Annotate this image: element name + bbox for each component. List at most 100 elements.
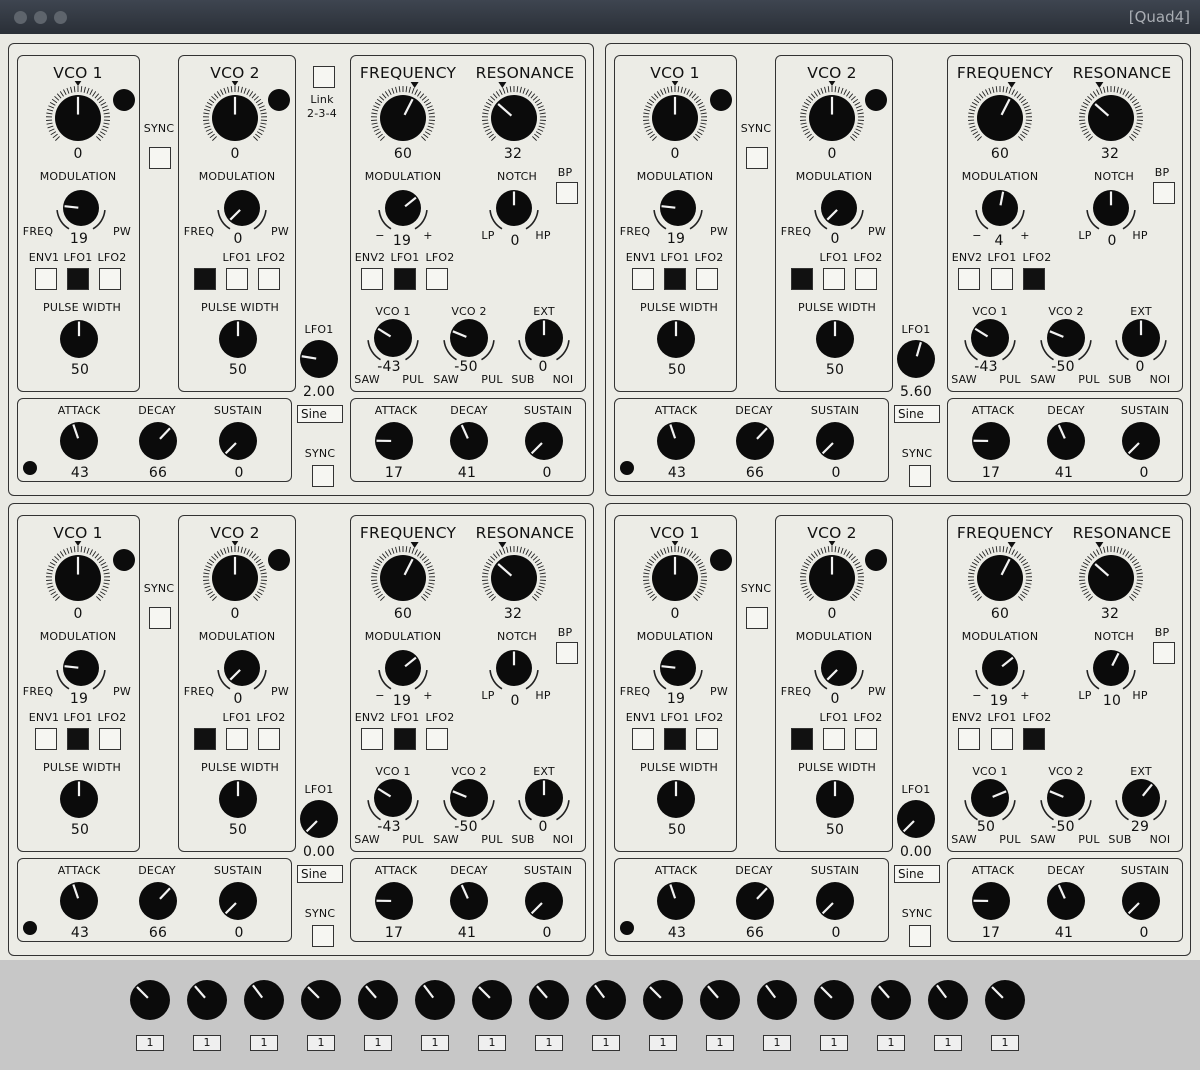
vco1-tune-knob[interactable] [638, 541, 712, 615]
vco1-src-lfo2-toggle[interactable] [99, 728, 121, 750]
macro-value-2[interactable]: 1 [193, 1035, 221, 1051]
lfo-rate-knob[interactable] [895, 338, 937, 380]
macro-value-10[interactable]: 1 [649, 1035, 677, 1051]
filter-src-lfo1-toggle[interactable] [991, 728, 1013, 750]
filter-src-lfo2-toggle[interactable] [426, 268, 448, 290]
vco1-pulse-width-knob[interactable] [58, 318, 100, 360]
vco2-fine-knob[interactable] [865, 549, 887, 571]
env2-attack-knob[interactable] [373, 880, 415, 922]
env2-decay-knob[interactable] [448, 420, 490, 462]
vco1-src-lfo1-toggle[interactable] [67, 728, 89, 750]
osc-sync-toggle[interactable] [149, 147, 171, 169]
env1-attack-knob[interactable] [655, 880, 697, 922]
env1-sustain-knob[interactable] [217, 420, 259, 462]
filter-resonance-knob[interactable] [1074, 81, 1148, 155]
filter-frequency-knob[interactable] [366, 541, 440, 615]
env1-decay-knob[interactable] [137, 880, 179, 922]
lfo-shape-select[interactable]: Sine [894, 865, 940, 883]
vco2-src-lfo2-toggle[interactable] [855, 728, 877, 750]
macro-knob-1[interactable] [128, 978, 172, 1022]
vco1-src-lfo2-toggle[interactable] [696, 268, 718, 290]
zoom-window-button[interactable] [54, 11, 67, 24]
macro-value-9[interactable]: 1 [592, 1035, 620, 1051]
filter-src-lfo2-toggle[interactable] [1023, 728, 1045, 750]
lfo-shape-select[interactable]: Sine [297, 865, 343, 883]
vco2-pulse-width-knob[interactable] [217, 778, 259, 820]
filter-src-lfo1-toggle[interactable] [394, 728, 416, 750]
env2-sustain-knob[interactable] [1120, 420, 1162, 462]
env2-attack-knob[interactable] [373, 420, 415, 462]
vco2-tune-knob[interactable] [795, 541, 869, 615]
macro-knob-3[interactable] [242, 978, 286, 1022]
vco1-src-lfo1-toggle[interactable] [67, 268, 89, 290]
vco2-src-lfo1-toggle[interactable] [823, 268, 845, 290]
lfo-rate-knob[interactable] [298, 338, 340, 380]
macro-knob-4[interactable] [299, 978, 343, 1022]
vco1-fine-knob[interactable] [113, 89, 135, 111]
macro-knob-9[interactable] [584, 978, 628, 1022]
macro-knob-5[interactable] [356, 978, 400, 1022]
vco1-modulation-knob[interactable] [51, 638, 111, 698]
macro-knob-11[interactable] [698, 978, 742, 1022]
macro-knob-15[interactable] [926, 978, 970, 1022]
lfo-rate-knob[interactable] [298, 798, 340, 840]
vco1-pulse-width-knob[interactable] [655, 778, 697, 820]
env1-attack-knob[interactable] [655, 420, 697, 462]
filter-frequency-knob[interactable] [963, 81, 1037, 155]
close-window-button[interactable] [14, 11, 27, 24]
vco1-modulation-knob[interactable] [51, 178, 111, 238]
macro-value-16[interactable]: 1 [991, 1035, 1019, 1051]
vco2-fine-knob[interactable] [865, 89, 887, 111]
vco2-src-lfo1-toggle[interactable] [823, 728, 845, 750]
env1-attack-knob[interactable] [58, 420, 100, 462]
vco2-modulation-knob[interactable] [809, 638, 869, 698]
env2-decay-knob[interactable] [1045, 420, 1087, 462]
macro-knob-13[interactable] [812, 978, 856, 1022]
macro-value-15[interactable]: 1 [934, 1035, 962, 1051]
vco1-src-lfo2-toggle[interactable] [696, 728, 718, 750]
macro-value-4[interactable]: 1 [307, 1035, 335, 1051]
vco1-src-env1-toggle[interactable] [35, 268, 57, 290]
vco2-fine-knob[interactable] [268, 549, 290, 571]
vco2-tune-knob[interactable] [198, 541, 272, 615]
vco2-fine-knob[interactable] [268, 89, 290, 111]
env1-sustain-knob[interactable] [814, 880, 856, 922]
macro-knob-16[interactable] [983, 978, 1027, 1022]
vco2-src-lfo2-toggle[interactable] [855, 268, 877, 290]
filter-bp-toggle[interactable] [1153, 642, 1175, 664]
macro-knob-7[interactable] [470, 978, 514, 1022]
macro-knob-14[interactable] [869, 978, 913, 1022]
vco1-tune-knob[interactable] [41, 81, 115, 155]
filter-src-lfo1-toggle[interactable] [394, 268, 416, 290]
vco2-pulse-width-knob[interactable] [814, 778, 856, 820]
vco1-src-lfo1-toggle[interactable] [664, 268, 686, 290]
env1-decay-knob[interactable] [734, 880, 776, 922]
env2-attack-knob[interactable] [970, 420, 1012, 462]
filter-src-env2-toggle[interactable] [361, 268, 383, 290]
vco1-src-env1-toggle[interactable] [632, 268, 654, 290]
vco2-pulse-width-knob[interactable] [217, 318, 259, 360]
vco2-src-lfo2-toggle[interactable] [258, 268, 280, 290]
filter-src-env2-toggle[interactable] [958, 268, 980, 290]
vco2-src-env2-toggle[interactable] [194, 728, 216, 750]
filter-resonance-knob[interactable] [477, 81, 551, 155]
filter-frequency-knob[interactable] [963, 541, 1037, 615]
vco1-pulse-width-knob[interactable] [655, 318, 697, 360]
filter-bp-toggle[interactable] [556, 642, 578, 664]
env1-decay-knob[interactable] [137, 420, 179, 462]
osc-sync-toggle[interactable] [746, 607, 768, 629]
env2-sustain-knob[interactable] [523, 420, 565, 462]
filter-src-lfo2-toggle[interactable] [1023, 268, 1045, 290]
env1-sustain-knob[interactable] [814, 420, 856, 462]
vco1-src-lfo2-toggle[interactable] [99, 268, 121, 290]
vco1-fine-knob[interactable] [710, 549, 732, 571]
macro-knob-8[interactable] [527, 978, 571, 1022]
vco1-fine-knob[interactable] [113, 549, 135, 571]
env2-sustain-knob[interactable] [523, 880, 565, 922]
macro-knob-6[interactable] [413, 978, 457, 1022]
vco1-fine-knob[interactable] [710, 89, 732, 111]
macro-value-1[interactable]: 1 [136, 1035, 164, 1051]
macro-value-12[interactable]: 1 [763, 1035, 791, 1051]
lfo-rate-knob[interactable] [895, 798, 937, 840]
osc-sync-toggle[interactable] [149, 607, 171, 629]
